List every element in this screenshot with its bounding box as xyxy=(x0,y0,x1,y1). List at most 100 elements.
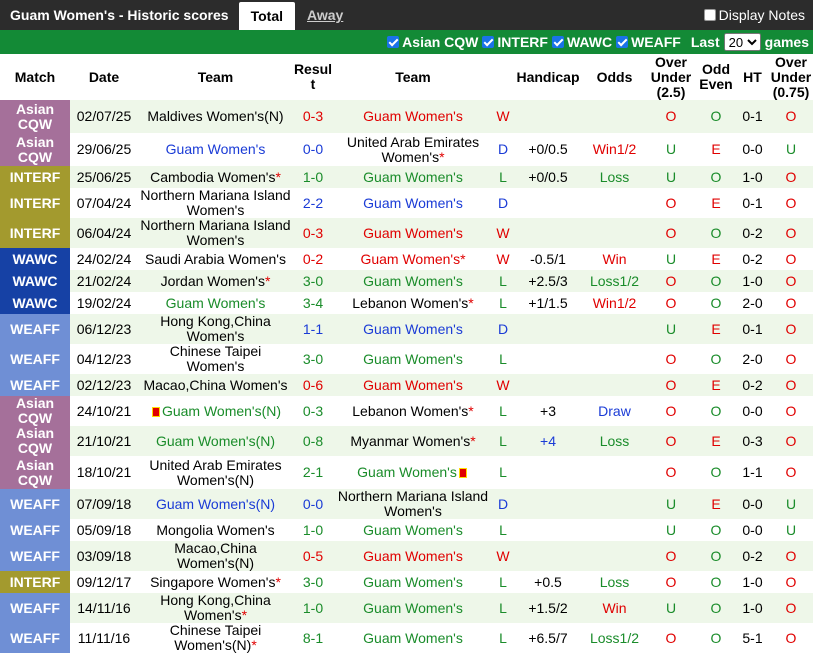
table-row[interactable]: INTERF 09/12/17 Singapore Women's* 3-0 Guam … xyxy=(0,571,813,593)
odds-result: Loss xyxy=(583,426,646,456)
handicap-text: +0.5 xyxy=(534,573,562,590)
win-loss-draw: L xyxy=(493,270,513,292)
checkbox-icon[interactable] xyxy=(616,36,629,48)
win-loss-draw: L xyxy=(493,593,513,623)
table-row[interactable]: WAWC 19/02/24 Guam Women's 3-4 Lebanon Women… xyxy=(0,292,813,314)
odd-even: O xyxy=(696,456,736,489)
odd-even: O xyxy=(696,571,736,593)
over-under-075-text: O xyxy=(785,432,797,449)
win-loss-draw: L xyxy=(493,519,513,541)
checkbox-icon[interactable] xyxy=(482,36,495,48)
table-row[interactable]: Asian CQW 24/10/21 Guam Women's(N) 0-3 Leban… xyxy=(0,396,813,426)
odd-even-text: E xyxy=(711,432,721,449)
table-row[interactable]: WEAFF 11/11/16 Chinese Taipei Women's(N)* 8… xyxy=(0,623,813,653)
display-notes-checkbox[interactable] xyxy=(703,9,716,21)
away-team-text: Guam Women's xyxy=(363,350,463,367)
match-date-text: 06/12/23 xyxy=(76,320,132,337)
odd-even: O xyxy=(696,541,736,571)
over-under: U xyxy=(646,593,696,623)
match-type-text: WEAFF xyxy=(10,599,60,616)
win-loss-draw-text: W xyxy=(496,250,510,267)
filter-asian-cqw[interactable]: Asian CQW xyxy=(387,34,478,50)
handicap: +3 xyxy=(513,396,583,426)
home-team: Guam Women's(N) xyxy=(138,426,293,456)
odd-even: O xyxy=(696,593,736,623)
table-row[interactable]: WEAFF 04/12/23 Chinese Taipei Women's 3-0 Gu… xyxy=(0,344,813,374)
table-row[interactable]: INTERF 06/04/24 Northern Mariana Island Wo… xyxy=(0,218,813,248)
half-time: 0-0 xyxy=(736,489,769,519)
odd-even: O xyxy=(696,100,736,133)
away-team: Guam Women's xyxy=(333,344,493,374)
match-type-text: INTERF xyxy=(9,194,61,211)
match-result-text: 1-0 xyxy=(302,599,324,616)
match-date: 04/12/23 xyxy=(70,344,138,374)
table-row[interactable]: WEAFF 03/09/18 Macao,China Women's(N) 0-5 Gu… xyxy=(0,541,813,571)
odds-result-text: Loss1/2 xyxy=(589,272,640,289)
col-away-team: Team xyxy=(333,54,493,100)
match-type-text: INTERF xyxy=(9,168,61,185)
table-row[interactable]: WEAFF 14/11/16 Hong Kong,China Women's* 1-0… xyxy=(0,593,813,623)
home-team-text: Maldives Women's(N) xyxy=(147,108,284,124)
match-result: 0-3 xyxy=(293,396,333,426)
half-time-text: 1-0 xyxy=(742,573,763,590)
match-type: WAWC xyxy=(0,270,70,292)
over-under-text: U xyxy=(665,320,677,337)
table-row[interactable]: WEAFF 06/12/23 Hong Kong,China Women's 1-1 G… xyxy=(0,314,813,344)
tab-away[interactable]: Away xyxy=(295,0,355,30)
away-team-text: Lebanon Women's xyxy=(352,402,469,419)
odds-result xyxy=(583,218,646,248)
half-time: 1-0 xyxy=(736,166,769,188)
table-row[interactable]: Asian CQW 02/07/25 Maldives Women's(N) 0-3 G… xyxy=(0,100,813,133)
table-row[interactable]: WEAFF 07/09/18 Guam Women's(N) 0-0 Northern … xyxy=(0,489,813,519)
over-under-075-text: O xyxy=(785,599,797,616)
match-date-text: 04/12/23 xyxy=(76,350,132,367)
odds-result-text: Loss xyxy=(599,432,630,449)
odd-even: E xyxy=(696,248,736,270)
table-row[interactable]: WEAFF 05/09/18 Mongolia Women's 1-0 Guam Wom… xyxy=(0,519,813,541)
match-date: 24/10/21 xyxy=(70,396,138,426)
half-time-text: 0-3 xyxy=(742,432,763,449)
match-result: 0-6 xyxy=(293,374,333,396)
table-row[interactable]: WEAFF 02/12/23 Macao,China Women's 0-6 Guam … xyxy=(0,374,813,396)
filter-interf[interactable]: INTERF xyxy=(482,34,548,50)
win-loss-draw: W xyxy=(493,218,513,248)
home-team-text: Northern Mariana Island Women's xyxy=(140,187,291,218)
match-type-text: WAWC xyxy=(12,272,58,289)
over-under-text: O xyxy=(665,272,677,289)
over-under: U xyxy=(646,166,696,188)
odd-even: E xyxy=(696,426,736,456)
match-date-text: 11/11/16 xyxy=(77,629,131,646)
over-under-075-text: O xyxy=(785,376,797,393)
over-under-text: O xyxy=(665,573,677,590)
match-type-text: WEAFF xyxy=(10,350,60,367)
match-type: Asian CQW xyxy=(0,133,70,166)
win-loss-draw: L xyxy=(493,623,513,653)
checkbox-icon[interactable] xyxy=(387,36,400,48)
filter-wawc[interactable]: WAWC xyxy=(551,34,612,50)
odd-even-text: E xyxy=(711,250,721,267)
table-row[interactable]: WAWC 24/02/24 Saudi Arabia Women's 0-2 Guam … xyxy=(0,248,813,270)
home-team-text: Guam Women's xyxy=(165,294,266,311)
checkbox-icon[interactable] xyxy=(551,36,564,48)
table-row[interactable]: Asian CQW 18/10/21 United Arab Emirates Wo… xyxy=(0,456,813,489)
over-under-075-text: O xyxy=(785,168,797,185)
away-team: Guam Women's xyxy=(333,571,493,593)
table-row[interactable]: INTERF 25/06/25 Cambodia Women's* 1-0 Guam W… xyxy=(0,166,813,188)
star-icon: * xyxy=(241,607,248,623)
display-notes-toggle[interactable]: Display Notes xyxy=(703,0,805,30)
table-row[interactable]: INTERF 07/04/24 Northern Mariana Island Wo… xyxy=(0,188,813,218)
odds-result xyxy=(583,188,646,218)
half-time: 0-0 xyxy=(736,519,769,541)
table-row[interactable]: Asian CQW 29/06/25 Guam Women's 0-0 United A… xyxy=(0,133,813,166)
away-team-text: Guam Women's xyxy=(363,521,463,538)
win-loss-draw-text: D xyxy=(497,495,509,512)
half-time: 0-1 xyxy=(736,188,769,218)
over-under-075-text: O xyxy=(785,250,797,267)
last-games-select[interactable]: 20 xyxy=(723,33,761,51)
handicap-text: +6.5/7 xyxy=(528,629,568,646)
table-row[interactable]: WAWC 21/02/24 Jordan Women's* 3-0 Guam Women… xyxy=(0,270,813,292)
tab-total[interactable]: Total xyxy=(238,2,295,30)
filter-weaff[interactable]: WEAFF xyxy=(616,34,681,50)
table-row[interactable]: Asian CQW 21/10/21 Guam Women's(N) 0-8 Myanm… xyxy=(0,426,813,456)
home-team: Mongolia Women's xyxy=(138,519,293,541)
